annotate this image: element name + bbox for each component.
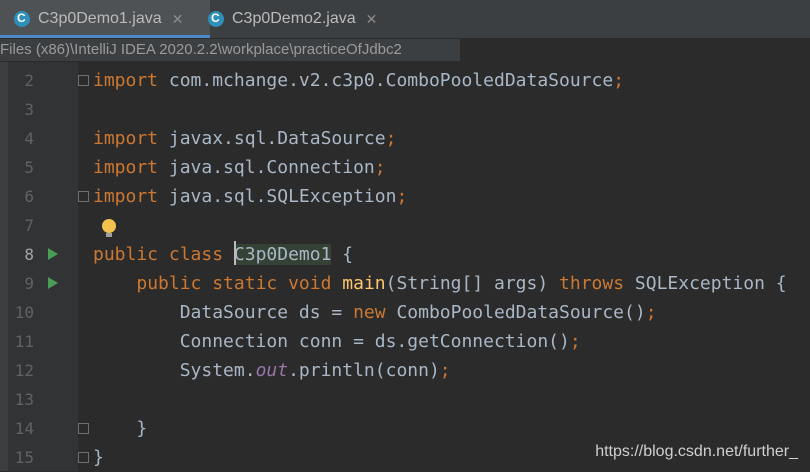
- code-line[interactable]: 7: [0, 211, 810, 240]
- tab-label: C3p0Demo2.java: [232, 10, 356, 27]
- line-number: 6: [24, 187, 34, 206]
- line-number: 10: [14, 303, 34, 322]
- line-number: 11: [14, 332, 34, 351]
- line-number: 9: [24, 274, 34, 293]
- line-number: 4: [24, 129, 34, 148]
- code-line[interactable]: 2 import com.mchange.v2.c3p0.ComboPooled…: [0, 66, 810, 95]
- code-line[interactable]: 14 }: [0, 414, 810, 443]
- line-number: 13: [14, 390, 34, 409]
- fold-icon[interactable]: [78, 191, 89, 202]
- code-line[interactable]: 4 import javax.sql.DataSource;: [0, 124, 810, 153]
- code-line[interactable]: 8 public class C3p0Demo1 {: [0, 240, 810, 269]
- code-line[interactable]: 10 DataSource ds = new ComboPooledDataSo…: [0, 298, 810, 327]
- code-line[interactable]: 3: [0, 95, 810, 124]
- line-number: 8: [24, 245, 34, 264]
- line-number: 2: [24, 71, 34, 90]
- java-class-icon: [14, 11, 30, 27]
- fold-icon[interactable]: [78, 75, 89, 86]
- line-number: 7: [24, 216, 34, 235]
- java-class-icon: [208, 11, 224, 27]
- close-icon[interactable]: ✕: [366, 11, 378, 28]
- code-text[interactable]: public static void main(String[] args) t…: [93, 269, 786, 298]
- code-line[interactable]: 9 public static void main(String[] args)…: [0, 269, 810, 298]
- close-icon[interactable]: ✕: [172, 11, 184, 28]
- code-text[interactable]: }: [93, 443, 104, 472]
- code-text[interactable]: import javax.sql.DataSource;: [93, 124, 396, 153]
- editor-tab-bar: C3p0Demo1.java ✕ C3p0Demo2.java ✕: [0, 0, 810, 39]
- text-caret: [234, 241, 236, 265]
- code-text[interactable]: public class C3p0Demo1 {: [93, 240, 353, 269]
- code-line[interactable]: 6 import java.sql.SQLException;: [0, 182, 810, 211]
- tab-label: C3p0Demo1.java: [38, 10, 162, 27]
- path-tooltip: Files (x86)\IntelliJ IDEA 2020.2.2\workp…: [0, 39, 460, 61]
- line-number: 12: [14, 361, 34, 380]
- watermark: https://blog.csdn.net/further_: [595, 443, 798, 460]
- run-class-icon[interactable]: [48, 248, 58, 260]
- code-text[interactable]: import com.mchange.v2.c3p0.ComboPooledDa…: [93, 66, 624, 95]
- tab-c3p0demo1[interactable]: C3p0Demo1.java ✕: [0, 0, 210, 38]
- code-line[interactable]: 13: [0, 385, 810, 414]
- code-line[interactable]: 5 import java.sql.Connection;: [0, 153, 810, 182]
- run-main-icon[interactable]: [48, 277, 58, 289]
- code-line[interactable]: 12 System.out.println(conn);: [0, 356, 810, 385]
- code-text[interactable]: System.out.println(conn);: [93, 356, 451, 385]
- lightbulb-icon[interactable]: [102, 219, 116, 237]
- code-text[interactable]: DataSource ds = new ComboPooledDataSourc…: [93, 298, 657, 327]
- line-number: 5: [24, 158, 34, 177]
- line-number: 3: [24, 100, 34, 119]
- code-text[interactable]: }: [93, 414, 147, 443]
- fold-icon[interactable]: [78, 423, 89, 434]
- code-text[interactable]: import java.sql.SQLException;: [93, 182, 407, 211]
- line-number: 15: [14, 448, 34, 467]
- code-text[interactable]: import java.sql.Connection;: [93, 153, 386, 182]
- line-number: 14: [14, 419, 34, 438]
- fold-icon[interactable]: [78, 452, 89, 463]
- code-line[interactable]: 11 Connection conn = ds.getConnection();: [0, 327, 810, 356]
- code-text[interactable]: Connection conn = ds.getConnection();: [93, 327, 581, 356]
- tab-c3p0demo2[interactable]: C3p0Demo2.java ✕: [196, 0, 408, 38]
